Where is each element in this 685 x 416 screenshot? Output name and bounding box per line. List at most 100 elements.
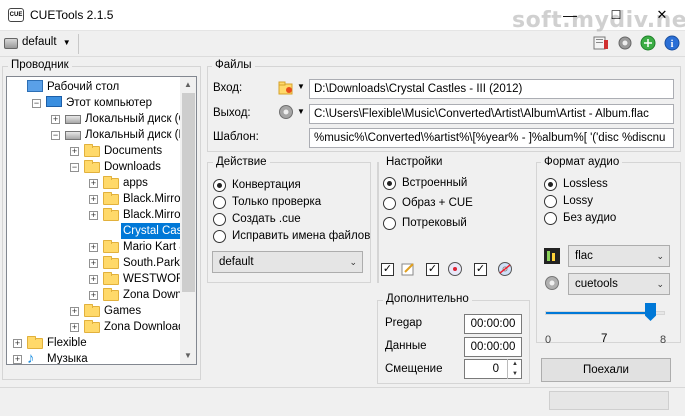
cd-rip-icon [497,261,513,277]
tree-item-label: Downloads [104,161,161,173]
audio-legend: Формат аудио [541,156,623,168]
action-profile-value: default [219,256,254,268]
codec-combo[interactable]: flac ⌄ [568,245,670,267]
expand-icon[interactable]: + [70,307,79,316]
tree-item[interactable]: + ♪ Музыка [7,351,183,364]
slider-min-label: 0 [545,334,552,346]
checkbox-1[interactable]: ✓ [381,263,394,276]
expand-icon[interactable]: + [70,323,79,332]
checkbox-3[interactable]: ✓ [474,263,487,276]
expand-icon[interactable]: + [89,259,98,268]
toolbar-divider [78,34,79,54]
tree-item[interactable]: − Downloads [7,159,183,175]
output-gear-icon[interactable] [278,104,294,120]
settings-radio-2[interactable] [383,217,396,230]
output-path-field[interactable]: C:\Users\Flexible\Music\Converted\Artist… [309,104,674,124]
folder-icon [103,176,119,189]
slider-max-label: 8 [660,334,667,346]
checkbox-2[interactable]: ✓ [426,263,439,276]
expand-icon[interactable]: + [51,115,60,124]
minimize-button[interactable]: — [547,0,593,31]
tree-item-label: Crystal Castles [123,223,183,239]
tree-item[interactable]: − Этот компьютер [7,95,183,111]
folder-icon [84,144,100,157]
tree-item[interactable]: + Documents [7,143,183,159]
profile-icon [4,38,18,49]
tree-item-label: South.Park.S20 [123,257,183,269]
audio-radio-0[interactable] [544,178,557,191]
expand-icon[interactable]: + [70,147,79,156]
scroll-down-icon[interactable]: ▼ [180,351,196,360]
folder-icon [103,192,119,205]
globe-update-icon[interactable] [640,35,656,51]
settings-radio-0[interactable] [383,177,396,190]
tree-item-label: Локальный диск (D:) [85,129,183,141]
action-radio-1[interactable] [213,196,226,209]
flac-codec-icon [544,248,560,264]
tree-item[interactable]: + Flexible [7,335,183,351]
action-radio-2[interactable] [213,213,226,226]
tree-item[interactable]: + Games [7,303,183,319]
scrollbar-thumb[interactable] [182,93,195,292]
toolbar [0,32,685,57]
folder-open-icon[interactable] [278,80,294,96]
offset-spinner[interactable]: ▲ ▼ [507,359,522,379]
folder-icon [84,160,100,173]
output-label: Выход: [213,107,251,119]
expand-icon[interactable]: + [89,243,98,252]
tree-item[interactable]: +Crystal Castles [121,223,183,239]
expand-icon[interactable]: + [13,339,22,348]
tree-item[interactable]: − Локальный диск (D:) [7,127,183,143]
collapse-icon[interactable]: − [70,163,79,172]
go-button[interactable]: Поехали [541,358,671,382]
action-radio-3[interactable] [213,230,226,243]
close-button[interactable]: ✕ [639,0,685,31]
settings-radio-1[interactable] [383,197,396,210]
collapse-icon[interactable]: − [32,99,41,108]
template-label: Шаблон: [213,131,259,143]
tree-item-label: Этот компьютер [66,97,152,109]
settings-gear-icon[interactable] [617,35,633,51]
expand-icon[interactable]: + [89,195,98,204]
tree-item[interactable]: Рабочий стол [7,79,183,95]
pregap-field[interactable]: 00:00:00 [464,314,522,334]
expand-icon[interactable]: + [89,291,98,300]
encoder-gear-icon [544,275,560,291]
info-icon[interactable]: i [664,35,680,51]
collapse-icon[interactable]: − [51,131,60,140]
tree-item[interactable]: + Black.Mirror.S01 [7,191,183,207]
tree-item-label: Локальный диск (C:) [85,113,183,125]
template-field[interactable]: %music%\Converted\%artist%\[%year% - ]%a… [309,128,674,148]
encoder-combo[interactable]: cuetools ⌄ [568,273,670,295]
expand-icon[interactable]: + [13,355,22,364]
tree-item[interactable]: + Mario Kart 8 [AM [7,239,183,255]
action-profile-combo[interactable]: default ⌄ [212,251,363,273]
maximize-button[interactable]: ☐ [593,0,639,31]
output-chevron-down-icon[interactable]: ▼ [297,107,305,116]
profile-dropdown[interactable]: default ▼ [4,36,71,53]
expand-icon[interactable]: + [89,179,98,188]
cd-disc-icon[interactable] [593,35,609,51]
folder-icon [103,240,119,253]
input-path-field[interactable]: D:\Downloads\Crystal Castles - III (2012… [309,79,674,99]
expand-icon[interactable]: + [89,275,98,284]
audio-radio-1[interactable] [544,195,557,208]
folder-tree[interactable]: Рабочий стол − Этот компьютер + Локальный ди… [6,76,197,365]
chevron-down-icon: ⌄ [656,279,664,289]
scroll-up-icon[interactable]: ▲ [180,80,196,89]
tree-item[interactable]: + WESTWORLD (S [7,271,183,287]
tree-item[interactable]: + Zona Download [7,287,183,303]
tree-item[interactable]: + apps [7,175,183,191]
input-chevron-down-icon[interactable]: ▼ [297,82,305,91]
tree-item[interactable]: + Локальный диск (C:) [7,111,183,127]
action-radio-0[interactable] [213,179,226,192]
settings-radio-label: Потрековый [402,217,467,229]
tree-item[interactable]: + Zona Downloads [7,319,183,335]
audio-radio-2[interactable] [544,212,557,225]
action-radio-label: Только проверка [232,196,322,208]
data-field[interactable]: 00:00:00 [464,337,522,357]
tree-item[interactable]: + South.Park.S20 [7,255,183,271]
settings-group [377,162,379,283]
tree-item[interactable]: + Black.Mirror.S02 [7,207,183,223]
expand-icon[interactable]: + [89,211,98,220]
